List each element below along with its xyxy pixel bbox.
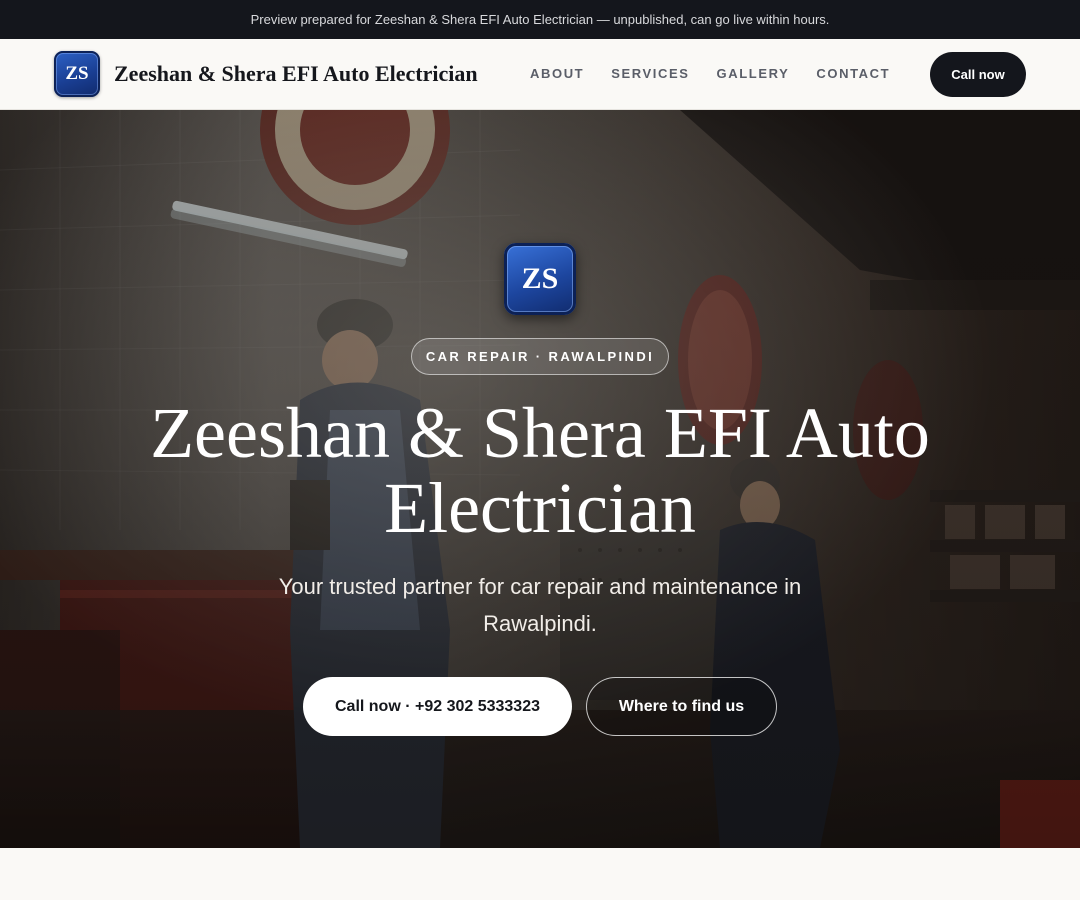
call-now-button[interactable]: Call now · +92 302 5333323: [303, 677, 572, 736]
preview-notice-bar: Preview prepared for Zeeshan & Shera EFI…: [0, 0, 1080, 39]
find-us-button[interactable]: Where to find us: [586, 677, 777, 736]
nav-link-about[interactable]: ABOUT: [530, 66, 584, 81]
site-header: ZS Zeeshan & Shera EFI Auto Electrician …: [0, 39, 1080, 110]
hero-subtitle: Your trusted partner for car repair and …: [278, 574, 802, 636]
hero-section: ZS CAR REPAIR · RAWALPINDI Zeeshan & She…: [0, 110, 1080, 848]
nav-link-gallery[interactable]: GALLERY: [717, 66, 790, 81]
main-nav: ABOUT SERVICES GALLERY CONTACT: [530, 66, 890, 81]
nav-link-services[interactable]: SERVICES: [611, 66, 689, 81]
preview-notice-text: Preview prepared for Zeeshan & Shera EFI…: [250, 12, 830, 27]
hero-eyebrow-badge: CAR REPAIR · RAWALPINDI: [411, 338, 669, 375]
nav-link-contact[interactable]: CONTACT: [816, 66, 890, 81]
header-call-button[interactable]: Call now: [930, 52, 1026, 97]
brand-name[interactable]: Zeeshan & Shera EFI Auto Electrician: [114, 61, 478, 87]
brand-logo[interactable]: ZS: [54, 51, 100, 97]
hero-logo: ZS: [504, 243, 576, 315]
hero-title: Zeeshan & Shera EFI Auto Electrician: [150, 393, 930, 548]
